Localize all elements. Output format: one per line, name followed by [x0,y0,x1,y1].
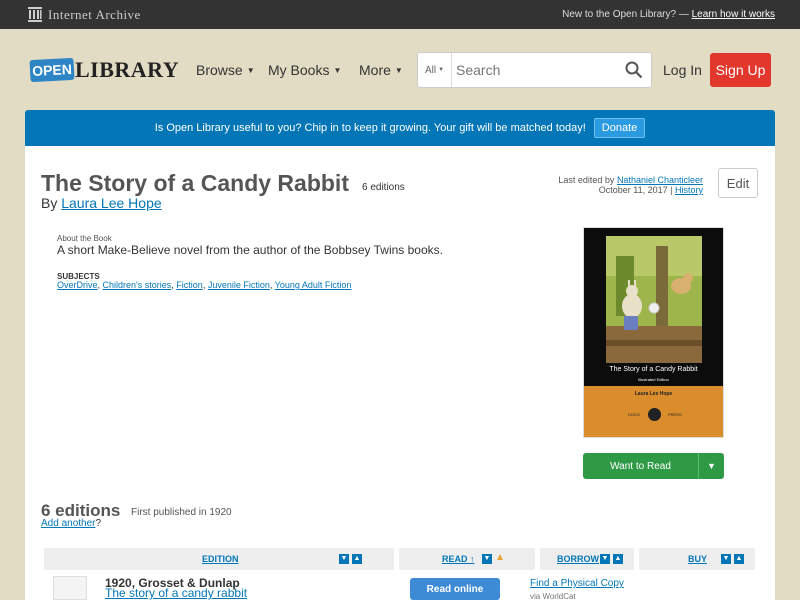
sort-up-icon[interactable]: ▲ [613,554,623,564]
nav-my-books-label: My Books [268,62,330,78]
nav-browse-label: Browse [196,62,243,78]
want-to-read-dropdown[interactable]: ▼ [698,453,724,479]
edition-cover-thumbnail[interactable] [53,576,87,600]
last-edited-info: Last edited by Nathaniel Chanticleer Oct… [558,175,703,195]
nav-browse[interactable]: Browse ▼ [196,62,255,78]
nav-my-books[interactable]: My Books ▼ [268,62,341,78]
subject-link[interactable]: Young Adult Fiction [275,280,352,290]
about-text: A short Make-Believe novel from the auth… [57,243,443,257]
sort-down-icon[interactable]: ▼ [721,554,731,564]
search-icon[interactable] [625,61,643,79]
edition-title-link[interactable]: The story of a candy rabbit [105,586,247,600]
archive-building-icon [28,7,42,22]
donate-button[interactable]: Donate [593,118,646,138]
sort-up-active-icon[interactable]: ▲ [495,553,505,563]
caret-down-icon: ▼ [333,65,342,75]
editions-badge: 6 editions [362,182,405,193]
sort-up-icon[interactable]: ▲ [734,554,744,564]
search-bar: All ▼ [417,52,652,88]
cover-publisher-right: PRESS [668,412,682,417]
sort-down-icon[interactable]: ▼ [339,554,349,564]
logo-open-sign: OPEN [29,57,75,83]
sort-up-icon[interactable]: ▲ [352,554,362,564]
cover-author: Laura Lee Hope [634,391,673,397]
internet-archive-bar: Internet Archive New to the Open Library… [0,0,800,29]
cover-publisher-left: DODO [628,412,640,417]
caret-down-icon: ▼ [246,65,255,75]
signup-button[interactable]: Sign Up [710,53,771,87]
new-user-notice: New to the Open Library? — Learn how it … [562,9,775,20]
internet-archive-label: Internet Archive [48,6,141,22]
last-edited-label: Last edited by [558,175,615,185]
author-link[interactable]: Laura Lee Hope [61,195,161,211]
nav-more[interactable]: More ▼ [359,62,403,78]
cover-title: The Story of a Candy Rabbit [609,366,698,373]
caret-down-icon: ▼ [438,67,445,73]
nav-more-label: More [359,62,391,78]
column-read-label[interactable]: READ ↑ [442,554,475,564]
column-header-buy: BUY ▼ ▲ [639,548,755,570]
search-scope-select[interactable]: All ▼ [418,53,452,87]
column-header-read: READ ↑ ▼ ▲ [399,548,535,570]
caret-down-icon: ▼ [707,461,716,471]
internet-archive-logo[interactable]: Internet Archive [28,6,141,23]
work-content: The Story of a Candy Rabbit 6 editions B… [25,146,775,600]
subjects-list: OverDrive, Children's stories, Fiction, … [57,280,352,290]
find-physical-copy-link[interactable]: Find a Physical Copy [530,578,624,589]
new-user-text: New to the Open Library? — [562,9,689,20]
want-to-read-label[interactable]: Want to Read [583,453,698,479]
cover-subtitle: Illustrated Edition [638,377,669,382]
edit-button[interactable]: Edit [718,168,758,198]
open-library-logo[interactable]: OPEN LIBRARY [29,49,179,89]
dodo-bird-icon [648,408,661,421]
subject-link[interactable]: Juvenile Fiction [208,280,270,290]
sort-down-icon[interactable]: ▼ [482,554,492,564]
byline: By Laura Lee Hope [41,195,162,211]
page-title: The Story of a Candy Rabbit [41,170,349,196]
search-scope-value: All [424,64,437,76]
want-to-read-button: Want to Read ▼ [583,453,724,479]
site-header: OPEN LIBRARY Browse ▼ My Books ▼ More ▼ … [0,29,800,109]
column-borrow-label[interactable]: BORROW [557,554,599,564]
column-header-edition: EDITION ▼ ▲ [44,548,394,570]
caret-down-icon: ▼ [394,65,403,75]
last-edited-user-link[interactable]: Nathaniel Chanticleer [617,175,703,185]
about-label: About the Book [57,234,112,243]
add-another: Add another? [41,518,101,529]
column-header-borrow: BORROW ▼ ▲ [540,548,634,570]
column-edition-label[interactable]: EDITION [202,554,239,564]
add-another-link[interactable]: Add another [41,518,96,529]
search-input[interactable] [456,61,616,79]
rabbit-illustration-icon [606,236,702,363]
subject-link[interactable]: Fiction [176,280,203,290]
subject-link[interactable]: Children's stories [103,280,172,290]
donate-banner: Is Open Library useful to you? Chip in t… [25,110,775,146]
column-buy-label[interactable]: BUY [688,554,707,564]
read-online-button[interactable]: Read online [410,578,500,600]
subject-link[interactable]: OverDrive [57,280,98,290]
book-cover[interactable]: The Story of a Candy Rabbit Illustrated … [583,227,724,438]
via-worldcat-text: via WorldCat [530,592,576,600]
donate-text: Is Open Library useful to you? Chip in t… [154,122,586,134]
history-link[interactable]: History [675,185,703,195]
logo-library-text: LIBRARY [75,57,180,82]
sort-down-icon[interactable]: ▼ [600,554,610,564]
learn-how-link[interactable]: Learn how it works [692,9,775,20]
cover-illustration [606,236,702,363]
add-another-suffix: ? [95,518,102,529]
login-link[interactable]: Log In [663,62,702,78]
last-edited-date: October 11, 2017 | [598,185,673,195]
cover-bottom-band: Laura Lee Hope DODO PRESS [584,386,723,437]
first-published: First published in 1920 [131,507,232,518]
by-label: By [41,195,58,211]
